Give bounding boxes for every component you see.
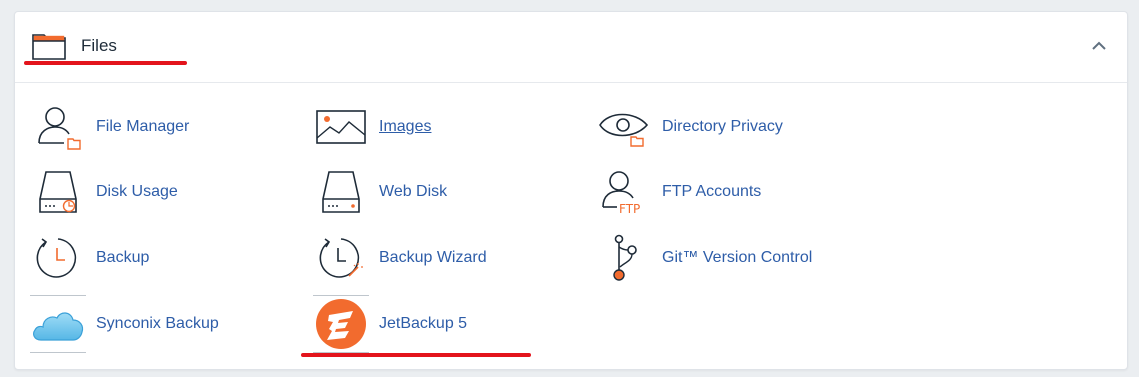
jetbackup-link[interactable]: JetBackup 5: [313, 295, 467, 353]
images-link[interactable]: Images: [313, 98, 431, 156]
git-branch-icon: [613, 234, 637, 281]
item-label: Git™ Version Control: [662, 249, 813, 266]
folder-icon: [32, 34, 66, 60]
item-label: Backup Wizard: [379, 249, 487, 266]
git-version-control-link[interactable]: Git™ Version Control: [596, 229, 812, 287]
item-label: FTP Accounts: [662, 183, 762, 200]
file-manager-link[interactable]: File Manager: [30, 98, 189, 156]
jetbackup-highlight: [301, 353, 531, 357]
cloud-icon: [33, 312, 84, 341]
file-manager-icon: [38, 107, 81, 150]
svg-text:FTP: FTP: [619, 202, 640, 215]
backup-wizard-link[interactable]: Backup Wizard: [313, 229, 487, 287]
item-label: Disk Usage: [96, 183, 178, 200]
item-label: Web Disk: [379, 183, 448, 200]
item-label: Directory Privacy: [662, 118, 783, 135]
backup-link[interactable]: Backup: [30, 229, 149, 287]
ftp-accounts-link[interactable]: FTP FTP Accounts: [596, 163, 761, 221]
item-label: Backup: [96, 249, 150, 266]
ftp-accounts-icon: FTP: [602, 171, 640, 215]
clock-wand-icon: [319, 238, 363, 278]
eye-folder-icon: [599, 113, 649, 147]
jetbackup-logo-icon: [316, 299, 366, 349]
item-label: Synconix Backup: [96, 315, 219, 332]
panel-header[interactable]: Files: [15, 12, 1127, 83]
synconix-backup-link[interactable]: Synconix Backup: [30, 295, 219, 353]
chevron-up-icon[interactable]: [1089, 36, 1109, 56]
images-icon: [316, 110, 366, 144]
disk-usage-icon: [39, 171, 77, 213]
directory-privacy-link[interactable]: Directory Privacy: [596, 98, 783, 156]
web-disk-icon: [322, 171, 360, 213]
disk-usage-link[interactable]: Disk Usage: [30, 163, 178, 221]
web-disk-link[interactable]: Web Disk: [313, 163, 447, 221]
item-label: JetBackup 5: [379, 315, 468, 332]
item-label: File Manager: [96, 118, 190, 135]
files-title-highlight: [24, 61, 187, 65]
section-title: Files: [81, 36, 117, 55]
clock-icon: [36, 238, 77, 278]
item-label: Images: [379, 118, 432, 135]
